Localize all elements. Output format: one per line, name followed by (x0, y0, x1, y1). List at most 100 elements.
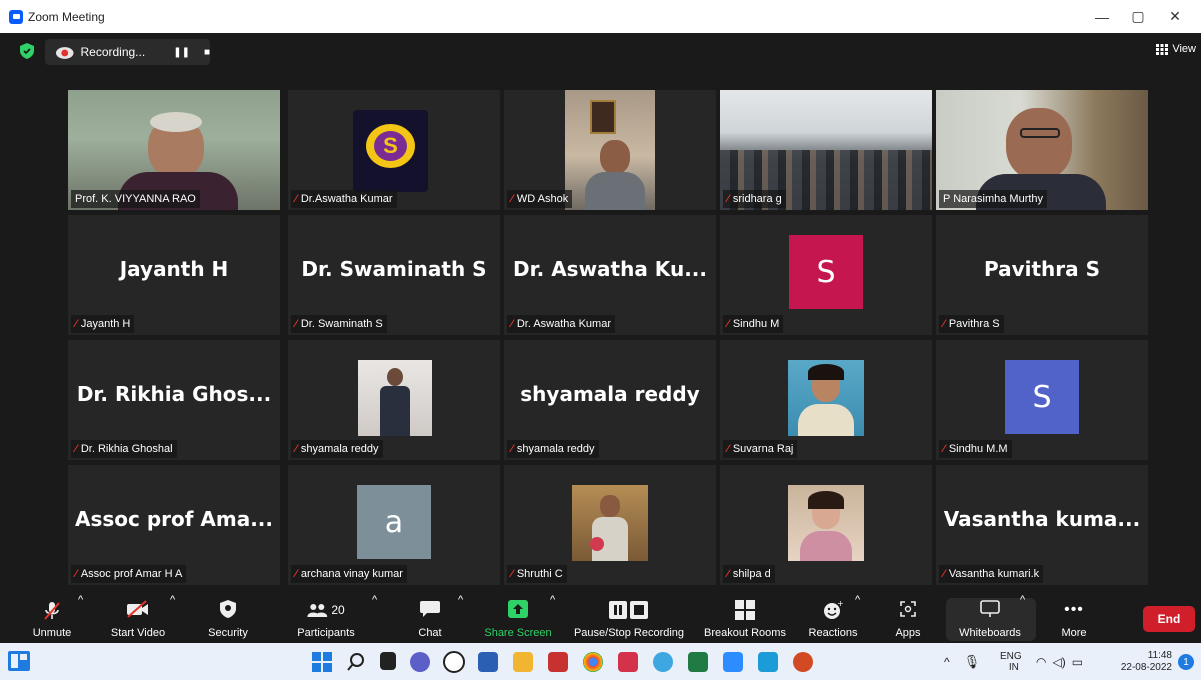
apps-icon (900, 601, 916, 617)
photos-icon[interactable] (653, 652, 673, 672)
muted-mic-icon: ⁄ (75, 568, 77, 580)
participant-photo (788, 360, 864, 436)
mcafee-icon[interactable] (618, 652, 638, 672)
muted-mic-icon: ⁄ (943, 568, 945, 580)
status-icons[interactable]: ◠ ◁) ▭ (1036, 643, 1083, 680)
close-button[interactable]: ✕ (1157, 0, 1193, 33)
participants-options-chevron-icon[interactable]: ^ (372, 594, 377, 606)
video-tile[interactable]: ⁄ shilpa d (720, 465, 932, 585)
os-taskbar: ^ 🎙 ENG IN ◠ ◁) ▭ 11:48 22-08-2022 1 (0, 643, 1201, 680)
video-tile[interactable]: Prof. K. VIYYANNA RAO (68, 90, 280, 210)
chat-button[interactable]: Chat (410, 594, 450, 643)
video-tile[interactable]: ⁄ Suvarna Raj (720, 340, 932, 460)
tray-overflow-chevron-icon[interactable]: ^ (944, 655, 950, 669)
view-button[interactable]: View (1156, 43, 1196, 55)
dell-icon[interactable] (443, 651, 465, 673)
muted-mic-icon: ⁄ (727, 443, 729, 455)
video-tile[interactable]: ⁄ shyamala reddy (288, 340, 500, 460)
video-options-chevron-icon[interactable]: ^ (170, 594, 175, 606)
participant-name: ⁄ Vasantha kumari.k (939, 565, 1044, 583)
muted-mic-icon: ⁄ (75, 443, 77, 455)
media-player-icon[interactable] (758, 652, 778, 672)
video-tile[interactable]: a ⁄ archana vinay kumar (288, 465, 500, 585)
file-explorer-icon[interactable] (513, 652, 533, 672)
microphone-tray-icon[interactable]: 🎙 (964, 654, 981, 670)
participant-name: ⁄ Pavithra S (939, 315, 1004, 333)
participant-name: ⁄ Assoc prof Amar H A (71, 565, 187, 583)
notification-badge[interactable]: 1 (1178, 654, 1194, 670)
participant-avatar: a (357, 485, 431, 559)
chat-options-chevron-icon[interactable]: ^ (458, 594, 463, 606)
teams-chat-icon[interactable] (410, 652, 430, 672)
pause-stop-recording-button[interactable]: Pause/Stop Recording (570, 594, 688, 643)
powerpoint-icon[interactable] (793, 652, 813, 672)
system-tray: ^ 🎙 (944, 643, 980, 680)
institution-logo: S (353, 110, 428, 192)
security-shield-icon (220, 600, 236, 618)
apps-button[interactable]: Apps (886, 594, 930, 643)
video-tile[interactable]: P Narasimha Murthy (936, 90, 1148, 210)
minimize-button[interactable]: — (1084, 0, 1120, 33)
muted-mic-icon: ⁄ (75, 318, 77, 330)
encryption-shield-icon[interactable] (20, 43, 34, 59)
whiteboards-chevron-icon[interactable]: ^ (1020, 594, 1025, 606)
video-tile[interactable]: Dr. Aswatha Ku... ⁄ Dr. Aswatha Kumar (504, 215, 716, 335)
stop-icon[interactable]: ■ (204, 47, 210, 58)
participants-icon (307, 604, 328, 617)
video-tile[interactable]: Dr. Rikhia Ghos... ⁄ Dr. Rikhia Ghoshal (68, 340, 280, 460)
video-tile[interactable]: S ⁄ Dr.Aswatha Kumar (288, 90, 500, 210)
word-icon[interactable] (478, 652, 498, 672)
participants-button[interactable]: 20 Participants (292, 594, 360, 643)
video-tile[interactable]: ⁄ WD Ashok (504, 90, 716, 210)
video-tile[interactable]: S ⁄ Sindhu M.M (936, 340, 1148, 460)
whiteboard-icon (980, 600, 1000, 617)
microphone-muted-icon (44, 602, 60, 620)
participant-name: ⁄ Dr. Swaminath S (291, 315, 387, 333)
windows-start-icon[interactable] (312, 652, 332, 672)
share-options-chevron-icon[interactable]: ^ (550, 594, 555, 606)
pause-icon[interactable]: ❚❚ (173, 47, 190, 58)
participant-display-name: shyamala reddy (520, 382, 700, 406)
video-tile[interactable]: Dr. Swaminath S ⁄ Dr. Swaminath S (288, 215, 500, 335)
reactions-button[interactable]: + Reactions (805, 594, 861, 643)
muted-mic-icon: ⁄ (727, 193, 729, 205)
unmute-button[interactable]: Unmute (25, 594, 79, 643)
language-indicator[interactable]: ENG IN (1000, 643, 1022, 680)
video-tile[interactable]: S ⁄ Sindhu M (720, 215, 932, 335)
more-button[interactable]: ••• More (1054, 594, 1094, 643)
participant-name: ⁄ Suvarna Raj (723, 440, 798, 458)
participant-display-name: Dr. Aswatha Ku... (513, 257, 707, 281)
pause-stop-recording-icon (609, 601, 648, 619)
start-video-button[interactable]: Start Video (105, 594, 171, 643)
task-view-taskbar-icon[interactable] (380, 652, 396, 670)
audio-options-chevron-icon[interactable]: ^ (78, 594, 83, 606)
video-tile[interactable]: ⁄ Shruthi C (504, 465, 716, 585)
search-icon[interactable] (346, 652, 366, 672)
participant-video (565, 90, 655, 210)
excel-icon[interactable] (688, 652, 708, 672)
video-tile[interactable]: Vasantha kuma... ⁄ Vasantha kumari.k (936, 465, 1148, 585)
video-tile[interactable]: Pavithra S ⁄ Pavithra S (936, 215, 1148, 335)
video-tile[interactable]: ⁄ sridhara g (720, 90, 932, 210)
reactions-emoji-icon: + (824, 600, 843, 619)
recording-indicator: Recording... ❚❚ ■ (45, 39, 210, 65)
end-meeting-button[interactable]: End (1143, 606, 1195, 632)
participant-avatar: S (789, 235, 863, 309)
maximize-button[interactable]: ▢ (1120, 0, 1156, 33)
pdf-reader-icon[interactable] (548, 652, 568, 672)
reactions-chevron-icon[interactable]: ^ (855, 594, 860, 606)
gallery-grid: Prof. K. VIYYANNA RAO S ⁄ Dr.Aswatha Kuma… (68, 90, 1151, 586)
chrome-icon[interactable] (583, 652, 603, 672)
whiteboards-button[interactable]: Whiteboards (952, 594, 1028, 643)
breakout-rooms-button[interactable]: Breakout Rooms (700, 594, 790, 643)
security-button[interactable]: Security (200, 594, 256, 643)
video-tile[interactable]: Assoc prof Ama... ⁄ Assoc prof Amar H A (68, 465, 280, 585)
video-tile[interactable]: shyamala reddy ⁄ shyamala reddy (504, 340, 716, 460)
task-view-icon[interactable] (8, 651, 30, 671)
wifi-icon: ◠ (1036, 654, 1047, 669)
share-screen-button[interactable]: Share Screen (482, 594, 554, 643)
zoom-taskbar-icon[interactable] (723, 652, 743, 672)
clock[interactable]: 11:48 22-08-2022 (1112, 643, 1172, 680)
video-tile[interactable]: Jayanth H ⁄ Jayanth H (68, 215, 280, 335)
muted-mic-icon: ⁄ (511, 318, 513, 330)
